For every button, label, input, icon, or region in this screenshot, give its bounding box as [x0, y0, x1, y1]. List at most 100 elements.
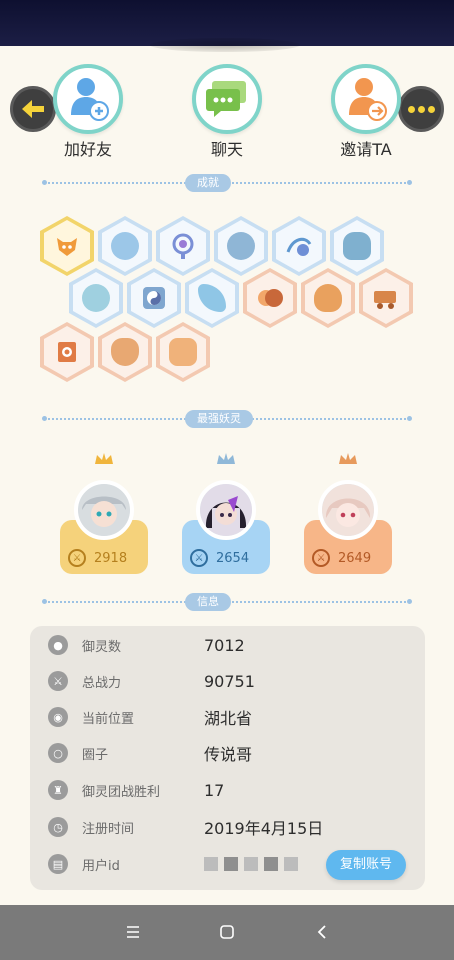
- strongest-spirit-3[interactable]: ⚔ 2649: [302, 452, 394, 576]
- strongest-spirit-1[interactable]: ⚔ 2918: [58, 452, 150, 576]
- trophy-icon: ♜: [48, 780, 68, 800]
- spirit-power: ⚔ 2654: [190, 549, 249, 567]
- info-divider: 信息: [42, 593, 412, 611]
- creature-badge-icon: [343, 232, 371, 260]
- spirit-count-icon: ●: [48, 635, 68, 655]
- add-friend-avatar: [53, 64, 123, 134]
- strongest-title: 最强妖灵: [185, 410, 253, 428]
- info-key: 圈子: [82, 747, 109, 763]
- achievement-badge[interactable]: [40, 322, 94, 382]
- achievement-badge[interactable]: [214, 216, 268, 276]
- achievement-badge[interactable]: [40, 216, 94, 276]
- spirit-face-icon: [78, 484, 130, 536]
- spirit-face-icon: [322, 484, 374, 536]
- info-row-register-time: ◷ 注册时间 2019年4月15日: [48, 812, 408, 842]
- achievement-badge[interactable]: [69, 268, 123, 328]
- info-value: 17: [204, 780, 225, 800]
- chat-avatar: [192, 64, 262, 134]
- menu-button[interactable]: [123, 922, 143, 942]
- orb-badge-icon: [172, 233, 194, 259]
- info-panel: ● 御灵数 7012 ⚔ 总战力 90751 ◉ 当前位置 湖北省 ○ 圈子 传…: [30, 626, 425, 890]
- scroll-badge-icon: [58, 342, 76, 362]
- spirit-power: ⚔ 2649: [312, 549, 371, 567]
- achievement-badge[interactable]: [272, 216, 326, 276]
- achievement-badge[interactable]: [156, 322, 210, 382]
- achievement-badge[interactable]: [98, 216, 152, 276]
- info-key: 注册时间: [82, 821, 135, 837]
- home-button[interactable]: [217, 922, 237, 942]
- info-row-location: ◉ 当前位置 湖北省: [48, 702, 408, 732]
- info-key: 当前位置: [82, 711, 135, 727]
- crown-icon: [217, 453, 235, 464]
- spirit-portrait: [196, 480, 256, 540]
- strongest-divider: 最强妖灵: [42, 410, 412, 428]
- achievement-badge[interactable]: [359, 268, 413, 328]
- nav-back-button[interactable]: [312, 922, 332, 942]
- crown-icon: [339, 453, 357, 464]
- cart-badge-icon: [374, 291, 396, 309]
- more-dots-icon: [407, 105, 435, 113]
- achievement-badge[interactable]: [330, 216, 384, 276]
- achievements-divider: 成就: [42, 174, 412, 192]
- info-value: 湖北省: [204, 709, 253, 728]
- info-key: 用户id: [82, 858, 120, 874]
- crown-icon: [95, 453, 113, 464]
- cat-badge-icon: [82, 284, 110, 312]
- info-value: 7012: [204, 635, 245, 655]
- bird-badge-icon: [198, 284, 226, 312]
- wave-badge-icon: [286, 237, 312, 256]
- add-friend-icon: [71, 78, 109, 121]
- chat-button[interactable]: 聊天: [182, 64, 272, 160]
- menu-icon: [127, 926, 139, 938]
- achievement-badge[interactable]: [243, 268, 297, 328]
- info-value: 2019年4月15日: [204, 819, 324, 838]
- book-cat-badge-icon: [169, 338, 197, 366]
- achievement-badge[interactable]: [185, 268, 239, 328]
- spirit-face-icon: [200, 484, 252, 536]
- top-banner: [0, 0, 454, 52]
- achievement-badge[interactable]: [98, 322, 152, 382]
- ball-badge-icon: [227, 232, 255, 260]
- back-chevron-icon: [317, 925, 326, 939]
- tiger-badge-icon: [111, 338, 139, 366]
- location-icon: ◉: [48, 707, 68, 727]
- egg-badge-icon: [314, 284, 342, 312]
- info-row-team-wins: ♜ 御灵团战胜利 17: [48, 775, 408, 805]
- info-value: 90751: [204, 671, 255, 691]
- info-value: 传说哥: [204, 745, 253, 764]
- info-row-total-power: ⚔ 总战力 90751: [48, 666, 408, 696]
- power-icon: ⚔: [48, 671, 68, 691]
- home-square-icon: [220, 925, 234, 939]
- add-friend-button[interactable]: 加好友: [43, 64, 133, 160]
- spirit-power-value: 2649: [338, 550, 372, 566]
- book-badge-icon: [111, 232, 139, 260]
- spirit-portrait: [318, 480, 378, 540]
- id-card-icon: ▤: [48, 854, 68, 874]
- info-key: 总战力: [82, 675, 122, 691]
- fox-badge-icon: [57, 238, 77, 256]
- info-title: 信息: [185, 593, 231, 611]
- moon-badge-icon: [258, 289, 283, 307]
- yin-yang-badge-icon: [143, 287, 165, 309]
- spirit-power-value: 2918: [94, 550, 128, 566]
- invite-icon: [349, 78, 387, 121]
- power-icon: ⚔: [312, 549, 330, 567]
- chat-label: 聊天: [210, 140, 243, 159]
- add-friend-label: 加好友: [63, 140, 112, 159]
- strongest-spirit-2[interactable]: ⚔ 2654: [180, 452, 272, 576]
- user-id-masked: [204, 857, 298, 871]
- info-row-spirit-count: ● 御灵数 7012: [48, 630, 408, 660]
- achievement-badge[interactable]: [156, 216, 210, 276]
- invite-button[interactable]: 邀请TA: [321, 64, 411, 160]
- clock-icon: ◷: [48, 817, 68, 837]
- info-key: 御灵数: [82, 639, 122, 655]
- spirit-power-value: 2654: [216, 550, 250, 566]
- chat-icon: [206, 81, 246, 117]
- achievement-badge[interactable]: [301, 268, 355, 328]
- invite-label: 邀请TA: [340, 140, 392, 159]
- copy-account-button[interactable]: 复制账号: [326, 850, 406, 880]
- invite-avatar: [331, 64, 401, 134]
- spirit-power: ⚔ 2918: [68, 549, 127, 567]
- info-key: 御灵团战胜利: [82, 784, 161, 800]
- achievement-badge[interactable]: [127, 268, 181, 328]
